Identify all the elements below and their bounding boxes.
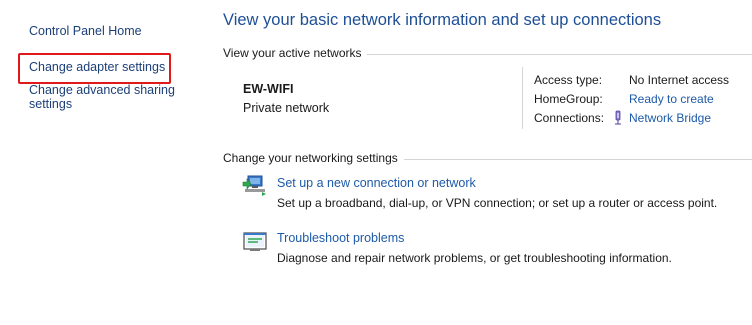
vertical-divider: [522, 67, 523, 129]
sidebar: Control Panel Home Change adapter settin…: [0, 0, 205, 325]
highlight-annotation-box: [18, 53, 171, 84]
network-bridge-icon[interactable]: [612, 110, 624, 126]
change-settings-header: Change your networking settings: [223, 151, 398, 165]
new-connection-icon[interactable]: [242, 174, 268, 198]
homegroup-label: HomeGroup:: [534, 92, 603, 106]
active-networks-header: View your active networks: [223, 46, 362, 60]
access-type-value: No Internet access: [629, 73, 730, 87]
connections-label: Connections:: [534, 111, 605, 125]
change-advanced-sharing-link[interactable]: Change advanced sharing settings: [29, 83, 189, 111]
troubleshoot-icon[interactable]: [242, 230, 268, 254]
setup-new-connection-link[interactable]: Set up a new connection or network: [277, 176, 476, 190]
section-divider: [367, 54, 752, 55]
control-panel-home-link[interactable]: Control Panel Home: [29, 24, 142, 38]
section-divider: [404, 159, 752, 160]
page-title: View your basic network information and …: [223, 11, 662, 29]
setup-new-connection-description: Set up a broadband, dial-up, or VPN conn…: [277, 196, 718, 210]
network-name: EW-WIFI: [243, 82, 294, 96]
troubleshoot-problems-link[interactable]: Troubleshoot problems: [277, 231, 404, 245]
network-type: Private network: [243, 101, 330, 115]
access-type-label: Access type:: [534, 73, 603, 87]
troubleshoot-description: Diagnose and repair network problems, or…: [277, 251, 672, 265]
homegroup-ready-link[interactable]: Ready to create: [629, 92, 714, 106]
network-bridge-link[interactable]: Network Bridge: [629, 111, 711, 125]
